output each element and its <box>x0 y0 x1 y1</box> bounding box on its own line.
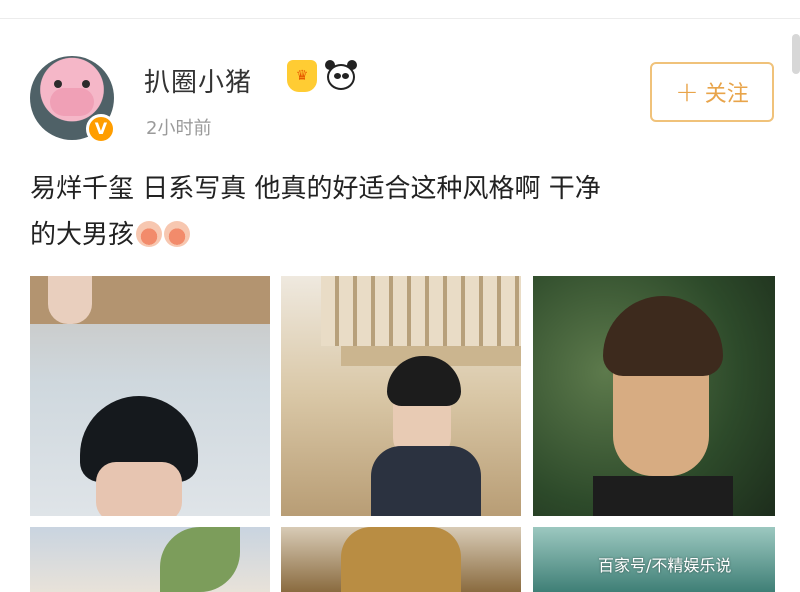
photo-leaf <box>160 527 240 592</box>
plus-icon: + <box>675 75 699 108</box>
watermark: 百家号/不精娱乐说 <box>598 556 732 575</box>
scrollbar[interactable] <box>792 34 800 74</box>
post-text-line-2-text: 的大男孩 <box>30 220 135 250</box>
photo-3[interactable] <box>533 276 775 516</box>
follow-label: 关注 <box>704 82 749 107</box>
avatar-eye-left <box>54 80 62 88</box>
blush-emoji-icon <box>164 221 191 247</box>
blush-emoji-icon <box>136 221 163 247</box>
crown-badge-icon[interactable]: ♛ <box>287 60 317 92</box>
post-text: 易烊千玺 日系写真 他真的好适合这种风格啊 干净 的大男孩 <box>30 166 770 258</box>
photo-1[interactable] <box>30 276 270 516</box>
photo-hand <box>48 276 92 324</box>
top-divider <box>0 18 800 19</box>
panda-eye-right <box>342 73 349 79</box>
username[interactable]: 扒圈小猪 <box>144 62 252 99</box>
photo-hair <box>603 296 723 376</box>
post-text-line-1: 易烊千玺 日系写真 他真的好适合这种风格啊 干净 <box>30 174 601 204</box>
post-text-line-2: 的大男孩 <box>30 212 770 258</box>
panda-icon[interactable] <box>324 60 358 92</box>
verified-icon: V <box>86 114 116 144</box>
avatar-eye-right <box>82 80 90 88</box>
follow-button[interactable]: + 关注 <box>650 62 774 122</box>
photo-ceiling-slats <box>321 276 521 346</box>
photo-4[interactable] <box>30 527 270 592</box>
photo-shirt <box>371 446 481 516</box>
photo-face <box>96 462 182 516</box>
photo-arm <box>341 527 461 592</box>
photo-2[interactable] <box>281 276 521 516</box>
panda-eye-left <box>334 73 341 79</box>
avatar-snout <box>50 88 94 116</box>
panda-face <box>327 64 355 90</box>
photo-5[interactable] <box>281 527 521 592</box>
photo-shirt <box>593 476 733 516</box>
post-time[interactable]: 2小时前 <box>146 114 211 140</box>
